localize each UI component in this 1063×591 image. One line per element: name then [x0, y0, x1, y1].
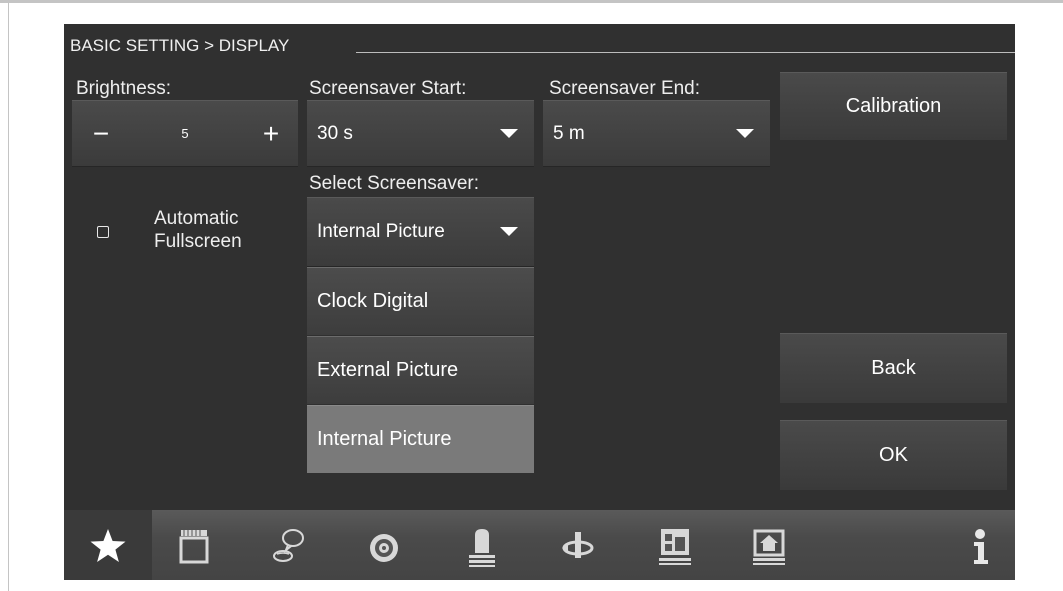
building-panel-icon[interactable] [655, 524, 695, 568]
calibration-button[interactable]: Calibration [780, 72, 1007, 140]
ok-button[interactable]: OK [780, 420, 1007, 490]
screensaver-option-external-picture[interactable]: External Picture [307, 336, 534, 404]
chevron-down-icon [736, 128, 754, 138]
automatic-fullscreen-label-line2: Fullscreen [154, 231, 242, 252]
screensaver-option-clock-digital[interactable]: Clock Digital [307, 267, 534, 335]
select-screensaver-value: Internal Picture [317, 221, 445, 242]
select-screensaver-label: Select Screensaver: [309, 173, 480, 194]
outer-frame-left [8, 3, 9, 591]
automatic-fullscreen-label-line1: Automatic [154, 208, 239, 229]
title-divider [356, 52, 1015, 53]
back-button[interactable]: Back [780, 333, 1007, 403]
access-control-icon[interactable] [558, 524, 598, 568]
page-title: BASIC SETTING > DISPLAY [70, 36, 290, 55]
display-settings-screen: BASIC SETTING > DISPLAY Brightness: 5 − … [64, 24, 1015, 580]
automatic-fullscreen-checkbox[interactable] [97, 226, 109, 238]
screensaver-start-label: Screensaver Start: [309, 78, 467, 99]
brightness-increase-button[interactable]: + [246, 101, 296, 166]
bottom-nav-bar [64, 510, 1015, 580]
screensaver-start-dropdown[interactable]: 30 s [307, 100, 534, 167]
screensaver-start-value: 30 s [317, 122, 353, 144]
camera-icon[interactable] [364, 524, 404, 568]
home-panel-icon[interactable] [749, 524, 789, 568]
select-screensaver-dropdown[interactable]: Internal Picture [307, 197, 534, 267]
star-icon[interactable] [88, 524, 128, 568]
automatic-fullscreen-label: Automatic Fullscreen [154, 207, 242, 253]
chevron-down-icon [500, 227, 518, 236]
screensaver-end-label: Screensaver End: [549, 78, 701, 99]
clapperboard-icon[interactable] [174, 524, 214, 568]
screensaver-option-internal-picture[interactable]: Internal Picture [307, 405, 534, 473]
brightness-label: Brightness: [76, 78, 172, 99]
screensaver-end-value: 5 m [553, 122, 585, 144]
outer-frame-top [0, 0, 1063, 3]
alarm-light-icon[interactable] [462, 524, 502, 568]
chat-icon[interactable] [268, 524, 308, 568]
brightness-stepper: 5 − + [72, 100, 298, 167]
info-icon[interactable] [960, 524, 1000, 568]
chevron-down-icon [500, 128, 518, 138]
brightness-decrease-button[interactable]: − [76, 101, 126, 166]
screensaver-end-dropdown[interactable]: 5 m [543, 100, 770, 167]
